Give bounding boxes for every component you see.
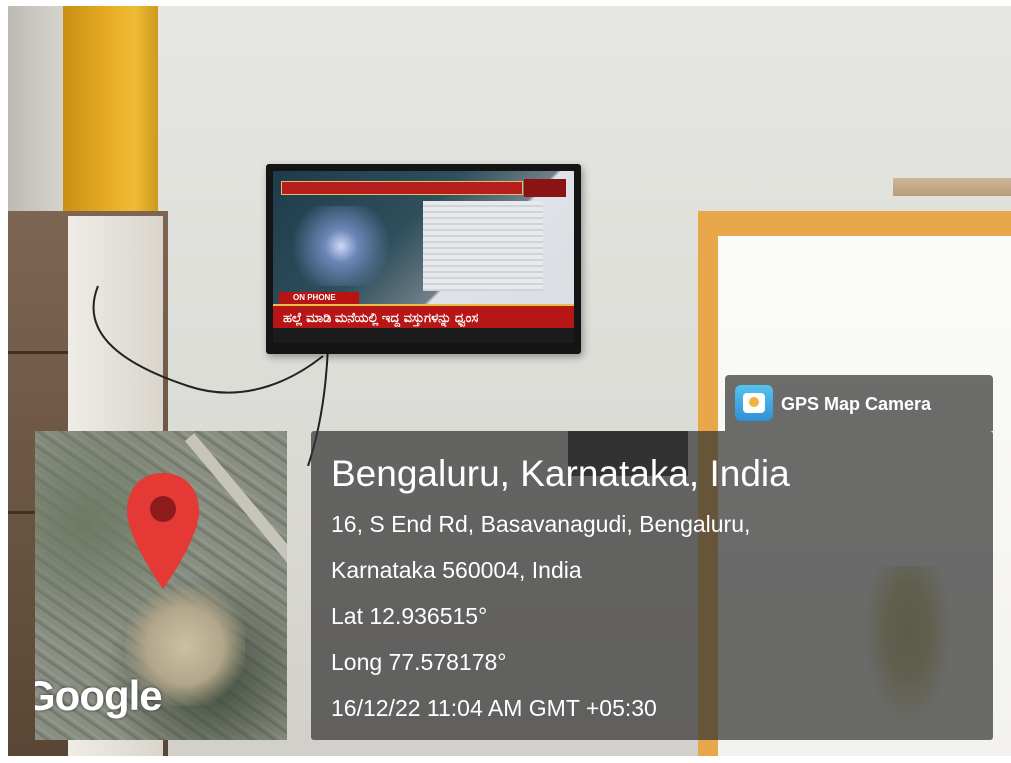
map-attribution: Google bbox=[35, 672, 163, 719]
location-info-panel: Bengaluru, Karnataka, India 16, S End Rd… bbox=[311, 431, 993, 740]
tv-caller-label: ON PHONE bbox=[293, 293, 336, 302]
longitude: Long 77.578178° bbox=[331, 649, 507, 675]
tv-ticker: ಹಲ್ಲೆ ಮಾಡಿ ಮನೆಯಲ್ಲಿ ಇದ್ದ ವಸ್ತುಗಳನ್ನು ಧ್ವ… bbox=[273, 304, 574, 330]
address-line-1: 16, S End Rd, Basavanagudi, Bengaluru, bbox=[331, 511, 751, 537]
tv-channel-logo bbox=[524, 179, 566, 197]
latitude: Lat 12.936515° bbox=[331, 603, 488, 629]
tv-screen: ON PHONE ಹಲ್ಲೆ ಮಾಡಿ ಮನೆಯಲ್ಲಿ ಇದ್ದ ವಸ್ತುಗ… bbox=[273, 171, 574, 343]
app-name: GPS Map Camera bbox=[781, 394, 932, 414]
tv-document-graphic bbox=[423, 201, 543, 291]
tv-video-feed bbox=[293, 206, 413, 286]
gps-map-camera-icon bbox=[735, 385, 773, 421]
shelf-plank bbox=[8, 351, 68, 354]
map-thumbnail: Google bbox=[35, 431, 287, 740]
app-badge: GPS Map Camera bbox=[725, 375, 993, 431]
tv-ticker-text: ಹಲ್ಲೆ ಮಾಡಿ ಮನೆಯಲ್ಲಿ ಇದ್ದ ವಸ್ತುಗಳನ್ನು ಧ್ವ… bbox=[283, 310, 479, 325]
map-pin-icon bbox=[127, 473, 199, 589]
yellow-pillar bbox=[63, 6, 158, 241]
tv-headline-banner bbox=[281, 181, 523, 195]
app-icon-marker bbox=[749, 397, 759, 407]
address-line-2: Karnataka 560004, India bbox=[331, 557, 582, 583]
timestamp: 16/12/22 11:04 AM GMT +05:30 bbox=[331, 695, 657, 721]
location-title: Bengaluru, Karnataka, India bbox=[331, 453, 790, 494]
wall-plaque bbox=[893, 178, 1011, 196]
tv-lower-strip bbox=[273, 328, 574, 343]
tv-caller-strip: ON PHONE bbox=[279, 292, 359, 304]
wall-tv: ON PHONE ಹಲ್ಲೆ ಮಾಡಿ ಮನೆಯಲ್ಲಿ ಇದ್ದ ವಸ್ತುಗ… bbox=[266, 164, 581, 354]
